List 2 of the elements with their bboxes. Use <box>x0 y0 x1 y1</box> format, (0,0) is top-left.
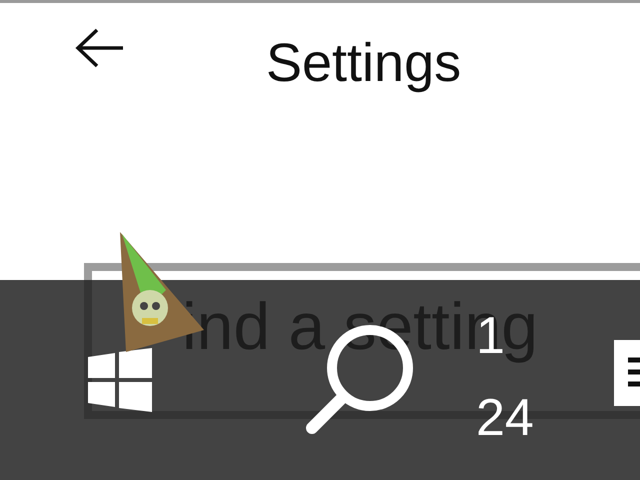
window-title: Settings <box>266 36 462 90</box>
clock-text: 24 <box>476 392 535 444</box>
